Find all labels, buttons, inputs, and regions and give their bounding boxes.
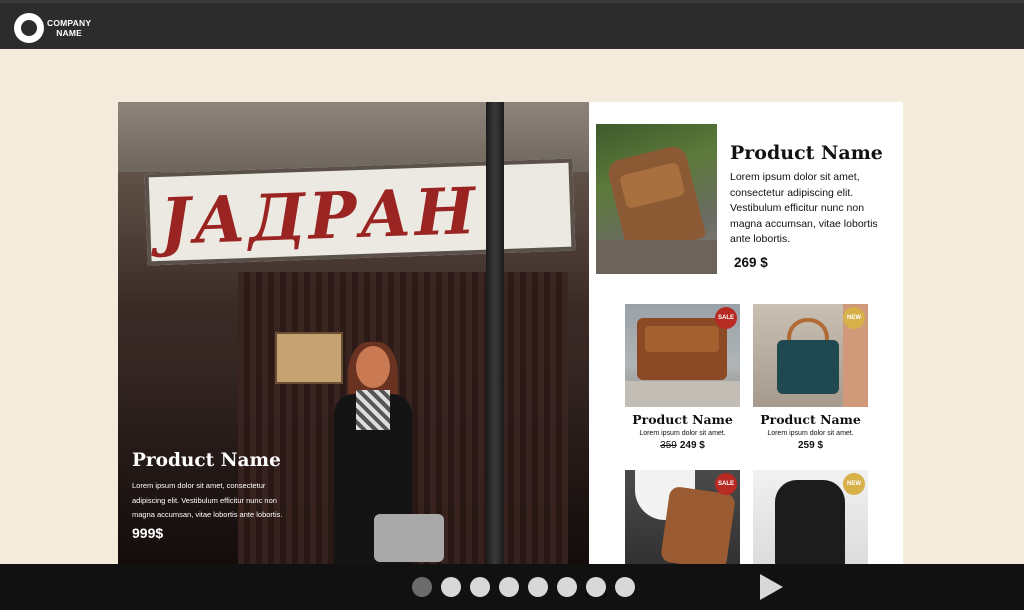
featured-product-description: Lorem ipsum dolor sit amet, consectetur … — [730, 171, 878, 245]
brand-line-1: COMPANY — [47, 18, 92, 28]
featured-product-title[interactable]: Product Name — [730, 142, 890, 164]
featured-product-price: 269 $ — [734, 254, 768, 270]
carousel-dot-4[interactable] — [499, 577, 519, 597]
product-description: Lorem ipsum dolor sit amet. — [639, 430, 726, 437]
product-card[interactable]: NEW — [753, 470, 868, 564]
handbag-shape — [777, 340, 839, 394]
product-price-line: 259 $ — [753, 440, 868, 451]
new-badge: NEW — [843, 473, 865, 495]
carousel-dot-5[interactable] — [528, 577, 548, 597]
sign-text: ЈАДРАН — [158, 173, 480, 260]
product-card[interactable]: NEW Product Name Lorem ipsum dolor sit a… — [753, 304, 868, 451]
company-name[interactable]: COMPANY NAME — [47, 18, 91, 38]
top-bar: COMPANY NAME — [0, 0, 1024, 49]
logo-ring-icon[interactable] — [14, 13, 44, 43]
product-card[interactable]: SALE — [625, 470, 740, 564]
product-image[interactable]: NEW — [753, 304, 868, 407]
model-head — [356, 346, 390, 388]
carousel-dot-2[interactable] — [441, 577, 461, 597]
ledge-shape — [625, 381, 740, 407]
product-price: 259 $ — [797, 440, 824, 451]
carousel-bar — [0, 564, 1024, 610]
product-price: 249 $ — [679, 440, 705, 451]
carousel-dot-3[interactable] — [470, 577, 490, 597]
hero-price: 999$ — [132, 524, 164, 541]
hero-caption: Product Name Lorem ipsum dolor sit amet,… — [132, 450, 292, 541]
sale-badge: SALE — [715, 473, 737, 495]
ledge-shape — [596, 240, 717, 274]
product-card[interactable]: SALE Product Name Lorem ipsum dolor sit … — [625, 304, 740, 451]
carousel-dot-6[interactable] — [557, 577, 577, 597]
carousel-dots — [412, 577, 635, 597]
carousel-dot-1[interactable] — [412, 577, 432, 597]
black-backpack-shape — [775, 480, 845, 564]
model-figure — [328, 342, 444, 564]
carousel-dot-8[interactable] — [615, 577, 635, 597]
product-image[interactable]: NEW — [753, 470, 868, 564]
featured-product-info: Product Name Lorem ipsum dolor sit amet,… — [730, 142, 890, 270]
street-lamp-pole — [486, 102, 504, 564]
product-title[interactable]: Product Name — [753, 412, 868, 427]
product-image[interactable]: SALE — [625, 304, 740, 407]
new-badge: NEW — [843, 307, 865, 329]
carousel-dot-7[interactable] — [586, 577, 606, 597]
product-panel: Product Name Lorem ipsum dolor sit amet,… — [589, 102, 903, 564]
play-next-icon[interactable] — [760, 574, 783, 600]
model-handbag — [374, 514, 444, 562]
tote-bag-shape — [660, 485, 736, 564]
old-price: 359 — [660, 440, 677, 451]
hero-title[interactable]: Product Name — [132, 450, 292, 471]
sale-badge: SALE — [715, 307, 737, 329]
brand-line-2: NAME — [56, 28, 83, 38]
product-image[interactable]: SALE — [625, 470, 740, 564]
product-description: Lorem ipsum dolor sit amet. — [767, 430, 854, 437]
product-price-line: 359 249 $ — [625, 440, 740, 451]
storefront-sign: ЈАДРАН — [144, 158, 576, 266]
product-title[interactable]: Product Name — [625, 412, 740, 427]
hero-description: Lorem ipsum dolor sit amet, consectetur … — [132, 481, 283, 519]
messenger-bag-shape — [637, 318, 727, 380]
featured-product-image[interactable] — [596, 124, 717, 274]
model-scarf — [356, 390, 390, 430]
